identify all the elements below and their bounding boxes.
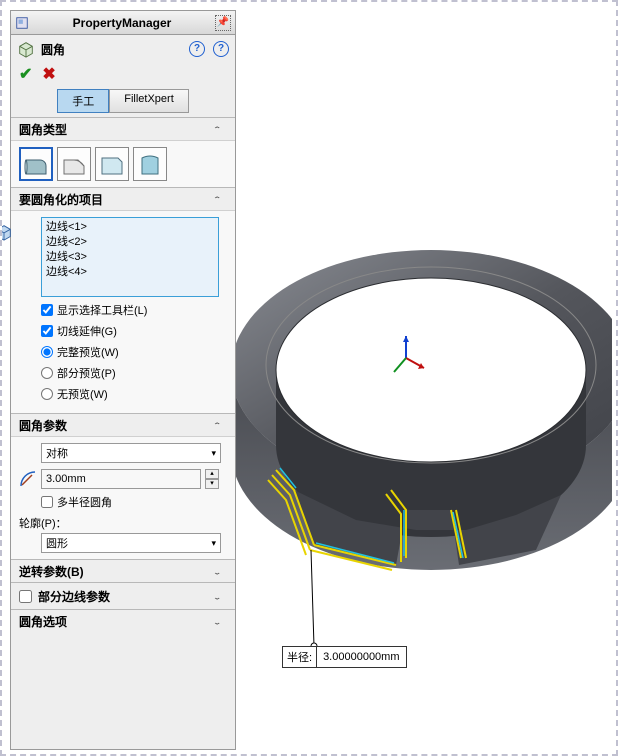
radio-input[interactable] — [41, 388, 53, 400]
dimension-value[interactable]: 3.00000000mm — [317, 649, 405, 665]
tab-filletxpert[interactable]: FilletXpert — [109, 89, 189, 113]
radio-input[interactable] — [41, 367, 53, 379]
checkbox-multi-radius[interactable]: 多半径圆角 — [41, 494, 227, 510]
radio-partial-preview[interactable]: 部分预览(P) — [41, 365, 227, 381]
chevron-down-icon: ▾ — [211, 538, 216, 549]
dropdown-value: 圆形 — [46, 535, 68, 551]
section-items-label: 要圆角化的项目 — [19, 191, 103, 208]
fillet-type-face[interactable] — [95, 147, 129, 181]
fillet-feature-icon — [17, 40, 35, 58]
propertymanager-header: PropertyManager 📌 — [11, 11, 235, 35]
confirm-row: ✔ ✖ — [11, 63, 235, 85]
checkbox-tangent-propagation[interactable]: 切线延伸(G) — [41, 323, 227, 339]
chevron-up-icon: ⌃ — [213, 126, 227, 133]
section-fillet-type-header[interactable]: 圆角类型 ⌃ — [11, 118, 235, 140]
section-params-label: 圆角参数 — [19, 417, 67, 434]
section-setback-label: 逆转参数(B) — [19, 563, 84, 580]
checkbox-partial-edge[interactable] — [19, 590, 32, 603]
help-icon-2[interactable]: ? — [213, 41, 229, 57]
dimension-label: 半径: — [283, 647, 317, 667]
radio-no-preview[interactable]: 无预览(W) — [41, 386, 227, 402]
section-partial-edge-label: 部分边线参数 — [38, 588, 110, 605]
section-fillet-options-label: 圆角选项 — [19, 613, 67, 630]
checkbox-show-toolbar[interactable]: 显示选择工具栏(L) — [41, 302, 227, 318]
help-icon[interactable]: ? — [189, 41, 205, 57]
fillet-type-constant[interactable] — [19, 147, 53, 181]
section-params-header[interactable]: 圆角参数 ⌃ — [11, 414, 235, 436]
list-item[interactable]: 边线<4> — [46, 265, 214, 280]
feature-name: 圆角 — [41, 41, 181, 58]
profile-dropdown[interactable]: 圆形 ▾ — [41, 533, 221, 553]
cancel-button[interactable]: ✖ — [42, 64, 55, 84]
radius-input[interactable]: 3.00mm — [41, 469, 201, 489]
graphics-viewport[interactable] — [236, 10, 612, 750]
section-fillet-type-label: 圆角类型 — [19, 121, 67, 138]
fillet-type-full[interactable] — [133, 147, 167, 181]
section-partial-edge-header[interactable]: 部分边线参数 ⌃ — [11, 583, 235, 609]
spin-up[interactable]: ▴ — [205, 469, 219, 479]
dimension-callout[interactable]: 半径: 3.00000000mm — [282, 646, 407, 668]
radio-input[interactable] — [41, 346, 53, 358]
chevron-down-icon: ⌃ — [213, 618, 227, 625]
chevron-up-icon: ⌃ — [213, 422, 227, 429]
chevron-up-icon: ⌃ — [213, 196, 227, 203]
mode-tabs: 手工 FilletXpert — [11, 85, 235, 117]
profile-label: 轮廓(P)： — [19, 515, 227, 531]
section-fillet-options-header[interactable]: 圆角选项 ⌃ — [11, 610, 235, 632]
list-item[interactable]: 边线<1> — [46, 220, 214, 235]
tab-manual[interactable]: 手工 — [57, 89, 109, 113]
chevron-down-icon: ⌃ — [213, 568, 227, 575]
symmetry-dropdown[interactable]: 对称 ▾ — [41, 443, 221, 463]
radius-value: 3.00mm — [46, 473, 86, 485]
selection-list[interactable]: 边线<1> 边线<2> 边线<3> 边线<4> — [41, 217, 219, 297]
section-items-header[interactable]: 要圆角化的项目 ⌃ — [11, 188, 235, 210]
chevron-down-icon: ⌃ — [213, 593, 227, 600]
ok-button[interactable]: ✔ — [19, 64, 32, 84]
fillet-type-variable[interactable] — [57, 147, 91, 181]
list-item[interactable]: 边线<2> — [46, 235, 214, 250]
pm-icon — [15, 16, 29, 30]
radius-icon — [19, 470, 37, 488]
checkbox-input[interactable] — [41, 304, 53, 316]
checkbox-input[interactable] — [41, 325, 53, 337]
feature-title-row: 圆角 ? ? — [11, 35, 235, 63]
edge-select-icon — [0, 223, 13, 241]
section-setback-header[interactable]: 逆转参数(B) ⌃ — [11, 560, 235, 582]
list-item[interactable]: 边线<3> — [46, 250, 214, 265]
pin-button[interactable]: 📌 — [215, 15, 231, 31]
chevron-down-icon: ▾ — [211, 448, 216, 459]
pm-title: PropertyManager — [33, 16, 211, 30]
dropdown-value: 对称 — [46, 445, 68, 461]
radio-full-preview[interactable]: 完整预览(W) — [41, 344, 227, 360]
checkbox-input[interactable] — [41, 496, 53, 508]
fillet-type-row — [19, 147, 227, 181]
spin-down[interactable]: ▾ — [205, 479, 219, 489]
radius-spinner[interactable]: ▴▾ — [205, 469, 219, 489]
